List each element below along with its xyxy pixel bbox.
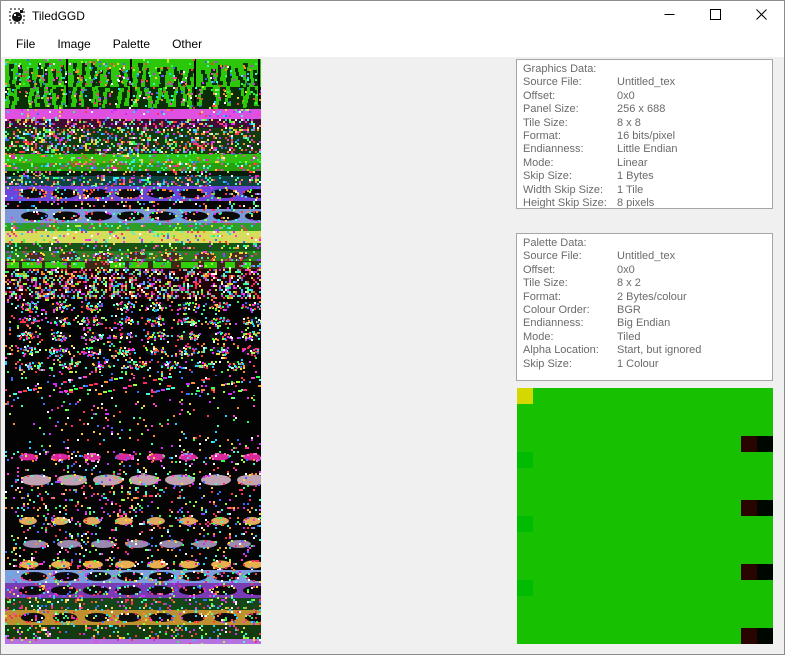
info-label: Mode: <box>523 156 554 169</box>
close-button[interactable] <box>738 1 784 31</box>
info-row: Endianness: Big Endian <box>523 317 772 330</box>
info-label: Tile Size: <box>523 116 568 129</box>
info-label: Offset: <box>523 89 556 102</box>
info-row: Offset: 0x0 <box>523 90 772 103</box>
info-value: 8 x 2 <box>617 277 641 290</box>
info-label: Format: <box>523 129 561 142</box>
maximize-icon <box>709 7 721 25</box>
info-row: Width Skip Size: 1 Tile <box>523 184 772 197</box>
info-row: Skip Size: 1 Bytes <box>523 170 772 183</box>
info-value: 1 Bytes <box>617 170 654 183</box>
window-title: TiledGGD <box>32 9 85 23</box>
info-label: Height Skip Size: <box>523 196 607 209</box>
graphics-data-panel: Graphics Data: Source File: Untitled_tex O… <box>516 59 773 209</box>
info-value: Little Endian <box>617 143 678 156</box>
app-icon <box>9 8 25 24</box>
info-row: Tile Size: 8 x 2 <box>523 277 772 290</box>
menu-item-other[interactable]: Other <box>161 32 213 56</box>
info-value: Linear <box>617 156 648 169</box>
palette-data-title: Palette Data: <box>523 237 587 249</box>
graphics-data-title: Graphics Data: <box>523 63 597 75</box>
info-row: Mode: Tiled <box>523 331 772 344</box>
info-row: Mode: Linear <box>523 157 772 170</box>
info-row: Endianness: Little Endian <box>523 143 772 156</box>
info-label: Tile Size: <box>523 277 568 290</box>
info-value: 16 bits/pixel <box>617 129 676 142</box>
info-value: 0x0 <box>617 263 635 276</box>
palette-data-panel: Palette Data: Source File: Untitled_tex Of… <box>516 233 773 381</box>
info-row: Panel Size: 256 x 688 <box>523 103 772 116</box>
info-label: Source File: <box>523 76 582 89</box>
info-label: Offset: <box>523 263 556 276</box>
info-value: Start, but ignored <box>617 344 702 357</box>
graphics-view[interactable] <box>5 59 261 644</box>
minimize-icon <box>664 7 675 25</box>
info-label: Skip Size: <box>523 170 572 183</box>
info-row: Alpha Location: Start, but ignored <box>523 344 772 357</box>
info-row: Tile Size: 8 x 8 <box>523 117 772 130</box>
info-label: Source File: <box>523 250 582 263</box>
info-row: Height Skip Size: 8 pixels <box>523 196 772 209</box>
info-label: Endianness: <box>523 317 584 330</box>
menu-item-file[interactable]: File <box>5 32 46 56</box>
info-label: Endianness: <box>523 143 584 156</box>
info-value: 1 Tile <box>617 183 644 196</box>
info-value: Tiled <box>617 330 641 343</box>
window-controls <box>646 1 784 31</box>
info-value: 8 pixels <box>617 196 655 209</box>
menu-item-palette[interactable]: Palette <box>102 32 161 56</box>
info-value: Big Endian <box>617 317 671 330</box>
close-icon <box>755 7 767 25</box>
palette-view[interactable] <box>517 388 773 644</box>
menu-item-image[interactable]: Image <box>46 32 101 56</box>
info-value: 0x0 <box>617 89 635 102</box>
info-label: Skip Size: <box>523 357 572 370</box>
menu-bar: File Image Palette Other <box>1 31 784 57</box>
info-row: Colour Order: BGR <box>523 304 772 317</box>
title-bar: TiledGGD <box>1 1 784 31</box>
info-label: Panel Size: <box>523 103 579 116</box>
info-value: 1 Colour <box>617 357 659 370</box>
info-row: Format: 2 Bytes/colour <box>523 291 772 304</box>
info-value: 256 x 688 <box>617 103 666 116</box>
minimize-button[interactable] <box>646 1 692 31</box>
info-row: Skip Size: 1 Colour <box>523 358 772 371</box>
maximize-button[interactable] <box>692 1 738 31</box>
info-value: BGR <box>617 303 641 316</box>
info-row: Offset: 0x0 <box>523 264 772 277</box>
info-row: Source File: Untitled_tex <box>523 76 772 89</box>
info-row: Format: 16 bits/pixel <box>523 130 772 143</box>
info-label: Format: <box>523 290 561 303</box>
info-label: Mode: <box>523 330 554 343</box>
info-value: Untitled_tex <box>617 250 676 263</box>
info-value: 8 x 8 <box>617 116 641 129</box>
info-label: Colour Order: <box>523 303 590 316</box>
info-label: Width Skip Size: <box>523 183 604 196</box>
tiledggd-window: TiledGGD File Image Palette Other Graphi… <box>0 0 785 655</box>
info-value: 2 Bytes/colour <box>617 290 687 303</box>
palette-data-rows: Source File: Untitled_tex Offset: 0x0 Tile S… <box>523 250 772 371</box>
info-label: Alpha Location: <box>523 344 599 357</box>
graphics-data-rows: Source File: Untitled_tex Offset: 0x0 Panel … <box>523 76 772 209</box>
info-value: Untitled_tex <box>617 76 676 89</box>
info-row: Source File: Untitled_tex <box>523 250 772 263</box>
